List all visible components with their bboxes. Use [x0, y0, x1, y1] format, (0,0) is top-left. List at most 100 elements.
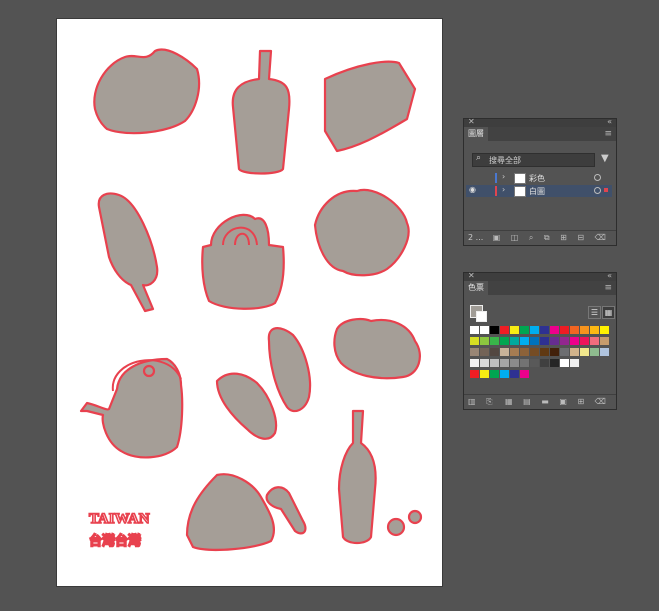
tab-swatches[interactable]: 色票: [464, 281, 488, 295]
expand-icon[interactable]: ›: [502, 172, 505, 181]
swatch[interactable]: [550, 326, 559, 334]
panel-menu-icon[interactable]: ≡: [604, 129, 612, 139]
filter-icon[interactable]: ▼: [601, 153, 609, 164]
swatch[interactable]: [560, 337, 569, 345]
visibility-eye-icon[interactable]: ◉: [469, 185, 476, 194]
swatch[interactable]: [470, 370, 479, 378]
shape-cloud[interactable]: [333, 318, 421, 380]
swatch[interactable]: [470, 337, 479, 345]
swatch[interactable]: [540, 326, 549, 334]
swatch[interactable]: [500, 370, 509, 378]
shape-mound[interactable]: [185, 473, 276, 551]
shape-popsicle[interactable]: [97, 192, 159, 313]
layer-row-color[interactable]: › 彩色: [466, 172, 612, 184]
swatch[interactable]: [480, 337, 489, 345]
swatch[interactable]: [500, 348, 509, 356]
swatch[interactable]: [570, 359, 579, 367]
layer-toolbar-icons[interactable]: ▣ ◫ ⌕ ⧉ ⊞ ⊟ ⌫: [493, 233, 610, 243]
swatch[interactable]: [500, 337, 509, 345]
swatch[interactable]: [560, 326, 569, 334]
swatch[interactable]: [470, 326, 479, 334]
swatch[interactable]: [470, 348, 479, 356]
swatch[interactable]: [590, 337, 599, 345]
artwork-canvas[interactable]: .s{fill:#a59e97;stroke:#e8414e;stroke-wi…: [57, 19, 442, 586]
grid-view-icon[interactable]: ▦: [602, 306, 615, 319]
swatch[interactable]: [490, 348, 499, 356]
selection-indicator[interactable]: [604, 188, 608, 192]
shape-bottle-short[interactable]: [231, 49, 291, 175]
swatch[interactable]: [550, 337, 559, 345]
swatch[interactable]: [600, 337, 609, 345]
swatch[interactable]: [490, 370, 499, 378]
shape-pebbles[interactable]: [386, 509, 423, 537]
swatch[interactable]: [600, 348, 609, 356]
close-icon[interactable]: ✕: [468, 271, 475, 280]
collapse-icon[interactable]: «: [607, 271, 612, 280]
artboard[interactable]: .s{fill:#a59e97;stroke:#e8414e;stroke-wi…: [57, 19, 442, 586]
swatch[interactable]: [530, 359, 539, 367]
search-input[interactable]: ⌕ 搜尋全部: [472, 153, 595, 167]
stroke-color-box[interactable]: [476, 311, 487, 322]
layer-name[interactable]: 白圖: [529, 186, 545, 197]
swatch[interactable]: [590, 348, 599, 356]
swatch[interactable]: [490, 326, 499, 334]
logo-taiwan[interactable]: TAIWAN 台灣台灣: [88, 510, 150, 550]
swatch-toolbar-icons[interactable]: ▦ ▤ ▬ ▣ ⊞ ⌫: [505, 397, 610, 406]
collapse-icon[interactable]: «: [607, 117, 612, 126]
swatch[interactable]: [500, 359, 509, 367]
layer-target-icon[interactable]: [594, 187, 601, 194]
close-icon[interactable]: ✕: [468, 117, 475, 126]
swatch[interactable]: [580, 326, 589, 334]
layer-target-icon[interactable]: [594, 174, 601, 181]
swatch[interactable]: [520, 348, 529, 356]
shape-kettle[interactable]: [79, 357, 184, 459]
list-view-icon[interactable]: ☰: [588, 306, 601, 319]
swatch[interactable]: [540, 337, 549, 345]
shape-hexagon[interactable]: [323, 60, 417, 153]
swatch[interactable]: [510, 348, 519, 356]
shape-flower[interactable]: [313, 188, 410, 277]
swatch[interactable]: [520, 370, 529, 378]
tab-layers[interactable]: 圖層: [464, 127, 488, 141]
shape-bottle-tall[interactable]: [337, 409, 377, 545]
swatch[interactable]: [580, 337, 589, 345]
swatch[interactable]: [530, 337, 539, 345]
swatch[interactable]: [560, 359, 569, 367]
layer-row-white[interactable]: ◉ › 白圖: [466, 185, 612, 197]
swatch[interactable]: [520, 337, 529, 345]
swatch[interactable]: [540, 359, 549, 367]
swatch[interactable]: [530, 348, 539, 356]
expand-icon[interactable]: ›: [502, 185, 505, 194]
swatch[interactable]: [530, 326, 539, 334]
shape-pill-tall[interactable]: [267, 327, 312, 413]
panel-titlebar[interactable]: ✕ «: [464, 271, 616, 281]
swatch[interactable]: [580, 348, 589, 356]
swatch[interactable]: [510, 370, 519, 378]
panel-titlebar[interactable]: ✕ «: [464, 117, 616, 127]
panel-menu-icon[interactable]: ≡: [604, 283, 612, 293]
swatch[interactable]: [510, 337, 519, 345]
swatch[interactable]: [510, 326, 519, 334]
swatch[interactable]: [540, 348, 549, 356]
swatch[interactable]: [550, 348, 559, 356]
swatch[interactable]: [560, 348, 569, 356]
swatch[interactable]: [550, 359, 559, 367]
swatch[interactable]: [480, 348, 489, 356]
shape-pill-short[interactable]: [215, 372, 278, 440]
swatch[interactable]: [480, 370, 489, 378]
swatch[interactable]: [510, 359, 519, 367]
swatch[interactable]: [520, 326, 529, 334]
swatch[interactable]: [480, 359, 489, 367]
layer-name[interactable]: 彩色: [529, 173, 545, 184]
swatch[interactable]: [600, 326, 609, 334]
shape-lips[interactable]: [93, 48, 201, 135]
swatch[interactable]: [570, 337, 579, 345]
swatch[interactable]: [490, 359, 499, 367]
swatch[interactable]: [590, 326, 599, 334]
shape-bag[interactable]: [201, 213, 285, 310]
swatch[interactable]: [500, 326, 509, 334]
swatch[interactable]: [570, 326, 579, 334]
swatch[interactable]: [470, 359, 479, 367]
swatch[interactable]: [490, 337, 499, 345]
swatch-library-icons[interactable]: ▥ ⎘: [468, 397, 497, 407]
